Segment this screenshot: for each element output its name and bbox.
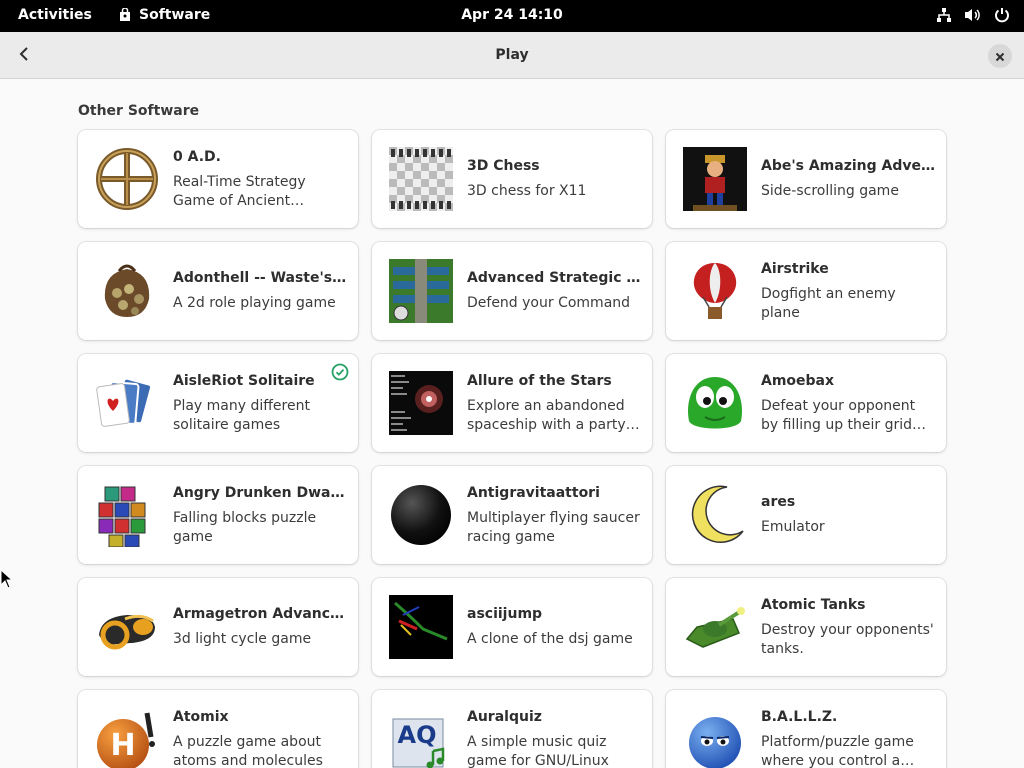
app-summary: Emulator xyxy=(761,519,825,535)
app-name: Amoebax xyxy=(761,372,835,389)
app-name: Armagetron Advanced xyxy=(173,606,348,622)
atomix-letter: H xyxy=(110,728,135,763)
app-tile[interactable]: 3D Chess 3D chess for X11 xyxy=(372,130,652,228)
app-tile[interactable]: AQ Auralquiz A simple music quiz game fo… xyxy=(372,690,652,768)
airstrike-balloon-icon xyxy=(683,259,747,323)
app-tile[interactable]: Advanced Strategic Command Defend your C… xyxy=(372,242,652,340)
app-summary: Multiplayer flying saucer racing game xyxy=(467,509,640,545)
app-tile[interactable]: Allure of the Stars Explore an abandoned… xyxy=(372,354,652,452)
power-icon xyxy=(994,7,1010,23)
app-summary: 3d light cycle game xyxy=(173,631,312,647)
app-tile[interactable]: AisleRiot Solitaire Play many different … xyxy=(78,354,358,452)
close-button[interactable] xyxy=(988,44,1012,68)
asciijump-icon xyxy=(389,595,453,659)
allure-stars-icon xyxy=(389,371,453,435)
app-name: ares xyxy=(761,494,796,510)
system-tray[interactable] xyxy=(936,7,1010,23)
app-name: Airstrike xyxy=(761,260,829,277)
app-tile[interactable]: Antigravitaattori Multiplayer flying sau… xyxy=(372,466,652,564)
amoebax-icon xyxy=(683,371,747,435)
app-name: 3D Chess xyxy=(467,158,540,174)
aisleriot-cards-icon xyxy=(95,371,159,435)
app-name: Atomic Tanks xyxy=(761,596,866,613)
app-summary: Real-Time Strategy Game of Ancient Warfa… xyxy=(173,173,306,209)
auralquiz-icon: AQ xyxy=(389,707,453,768)
app-summary: Defend your Command xyxy=(467,295,631,311)
app-tile[interactable]: asciijump A clone of the dsj game xyxy=(372,578,652,676)
app-name: 0 A.D. xyxy=(173,148,221,165)
armagetron-icon xyxy=(95,595,159,659)
app-name: Angry Drunken Dwarves xyxy=(173,484,348,501)
ballz-icon xyxy=(683,707,747,768)
auralquiz-letters: AQ xyxy=(398,721,437,749)
app-tile[interactable]: B.A.L.L.Z. Platform/puzzle game where yo… xyxy=(666,690,946,768)
app-tile[interactable]: Adonthell -- Waste's Edge A 2d role play… xyxy=(78,242,358,340)
app-tile[interactable]: Amoebax Defeat your opponent by filling … xyxy=(666,354,946,452)
app-name: Advanced Strategic Command xyxy=(467,270,642,286)
app-name: Antigravitaattori xyxy=(467,484,600,501)
app-summary: Dogfight an enemy plane xyxy=(761,285,896,321)
app-summary: 3D chess for X11 xyxy=(467,183,587,199)
app-name: Abe's Amazing Adventure xyxy=(761,158,936,174)
antigravitaattori-icon xyxy=(389,483,453,547)
app-name: AisleRiot Solitaire xyxy=(173,372,315,389)
app-summary: Play many different solitaire games xyxy=(173,397,310,433)
app-tile[interactable]: Armagetron Advanced 3d light cycle game xyxy=(78,578,358,676)
system-top-bar: Activities Software Apr 24 14:10 xyxy=(0,0,1024,32)
atomic-tanks-icon xyxy=(683,595,747,659)
app-name: B.A.L.L.Z. xyxy=(761,708,838,725)
app-summary: Falling blocks puzzle game xyxy=(173,509,317,545)
app-summary: Explore an abandoned spaceship with a pa… xyxy=(467,397,626,433)
app-summary: A clone of the dsj game xyxy=(467,631,633,647)
adonthell-icon xyxy=(95,259,159,323)
abes-adventure-icon xyxy=(683,147,747,211)
app-grid: 0 A.D. Real-Time Strategy Game of Ancien… xyxy=(78,130,946,768)
angry-dwarves-icon xyxy=(95,483,159,548)
app-tile[interactable]: 0 A.D. Real-Time Strategy Game of Ancien… xyxy=(78,130,358,228)
app-tile[interactable]: Abe's Amazing Adventure Side-scrolling g… xyxy=(666,130,946,228)
app-name: Adonthell -- Waste's Edge xyxy=(173,270,348,286)
clock[interactable]: Apr 24 14:10 xyxy=(0,7,1024,23)
app-summary: Side-scrolling game xyxy=(761,183,899,199)
header-bar: Play xyxy=(0,32,1024,79)
app-tile[interactable]: Atomic Tanks Destroy your opponents' tan… xyxy=(666,578,946,676)
installed-check-icon xyxy=(331,363,349,381)
app-summary: Platform/puzzle game where you control a… xyxy=(761,733,914,768)
app-name: Allure of the Stars xyxy=(467,372,612,389)
mouse-cursor-icon xyxy=(0,568,14,593)
app-tile[interactable]: Airstrike Dogfight an enemy plane xyxy=(666,242,946,340)
network-icon xyxy=(936,7,952,23)
app-summary: Destroy your opponents' tanks. xyxy=(761,621,934,657)
page-title: Play xyxy=(495,47,529,63)
app-summary: Defeat your opponent by filling up their… xyxy=(761,397,916,433)
atomix-icon: H xyxy=(95,707,159,768)
section-title: Other Software xyxy=(78,103,200,119)
app-name: asciijump xyxy=(467,606,543,622)
app-name: Auralquiz xyxy=(467,708,542,725)
app-name: Atomix xyxy=(173,708,229,725)
app-summary: A 2d role playing game xyxy=(173,295,336,311)
app-tile[interactable]: H Atomix A puzzle game about atoms and m… xyxy=(78,690,358,768)
app-summary: A simple music quiz game for GNU/Linux xyxy=(467,733,609,768)
ares-moon-icon xyxy=(683,483,747,547)
app-tile[interactable]: Angry Drunken Dwarves Falling blocks puz… xyxy=(78,466,358,564)
3d-chess-icon xyxy=(389,147,453,211)
close-icon xyxy=(995,47,1005,66)
app-summary: A puzzle game about atoms and molecules xyxy=(173,733,323,768)
volume-icon xyxy=(964,7,982,23)
0ad-icon xyxy=(95,147,159,211)
app-tile[interactable]: ares Emulator xyxy=(666,466,946,564)
asc-icon xyxy=(389,259,453,323)
